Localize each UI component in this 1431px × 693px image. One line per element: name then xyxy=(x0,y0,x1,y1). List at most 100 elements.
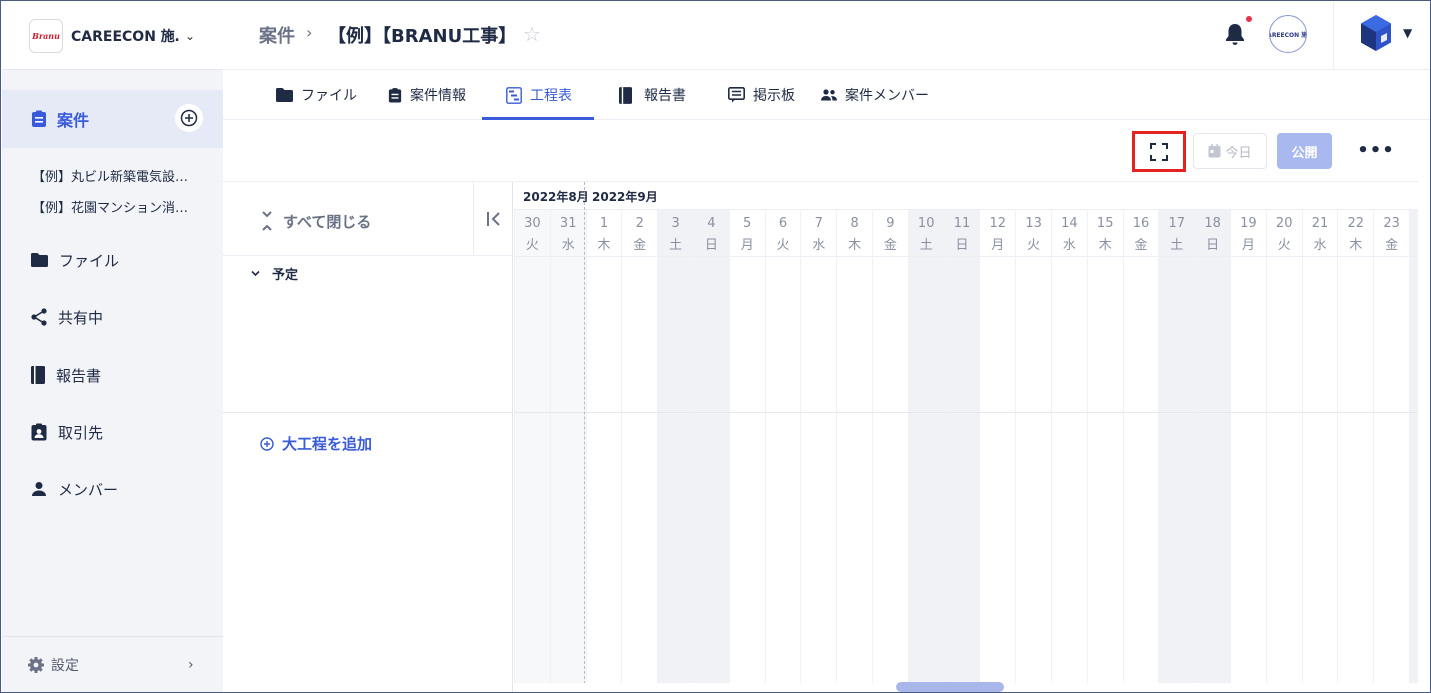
clipboard-icon xyxy=(32,110,46,127)
day-number: 2 xyxy=(635,216,644,231)
collapse-icon xyxy=(262,211,272,231)
day-weekday: 日 xyxy=(1206,238,1220,253)
day-number: 14 xyxy=(1061,216,1078,231)
project-link[interactable]: 【例】花園マンション消… xyxy=(32,197,197,216)
gantt-day-column: 13 火 xyxy=(1015,210,1051,683)
day-number: 2 xyxy=(1410,216,1418,231)
day-number: 7 xyxy=(814,216,823,231)
day-number: 15 xyxy=(1096,216,1114,231)
gantt-header-divider xyxy=(514,256,1418,257)
add-phase-button[interactable]: 大工程を追加 xyxy=(260,433,372,454)
add-project-button[interactable] xyxy=(175,104,203,132)
day-weekday: 火 xyxy=(1277,238,1291,253)
gantt-day-column: 30 火 xyxy=(514,210,550,683)
gantt-chart[interactable]: 2022年8月 2022年9月 30 火 31 水 1 木 2 金 3 土 4 日 5 月 6 火 7 水 8 木 9 金… xyxy=(514,181,1418,683)
gantt-day-column: 18 日 xyxy=(1194,210,1230,683)
org-switcher[interactable]: Branu CAREECON 施… ⌄ xyxy=(2,2,223,70)
sidebar-item-label: メンバー xyxy=(58,480,119,499)
app-cube-icon[interactable] xyxy=(1359,14,1393,56)
gantt-day-column: 17 土 xyxy=(1158,210,1195,683)
task-group-row[interactable]: 予定 xyxy=(251,264,298,283)
gantt-day-column: 11 日 xyxy=(943,210,980,683)
calendar-icon xyxy=(1208,144,1221,158)
day-weekday: 金 xyxy=(633,238,647,253)
day-number: 30 xyxy=(524,216,541,231)
collapse-all-button[interactable]: すべて閉じる xyxy=(261,210,371,232)
day-weekday: 金 xyxy=(1385,238,1399,253)
contact-badge-icon xyxy=(31,423,47,441)
tab-project-info[interactable]: 案件情報 xyxy=(388,70,466,120)
tab-label: 案件情報 xyxy=(410,88,466,104)
day-weekday: 土 xyxy=(1410,234,1418,253)
day-weekday: 月 xyxy=(740,238,754,253)
day-number: 21 xyxy=(1311,216,1329,231)
sidebar-item-label: 共有中 xyxy=(58,308,104,327)
day-weekday: 土 xyxy=(919,238,933,253)
horizontal-scrollbar[interactable] xyxy=(896,682,1004,692)
day-number: 31 xyxy=(559,216,577,231)
page-title: 【例】【BRANU工事】 xyxy=(328,26,517,47)
gantt-day-column: 20 火 xyxy=(1265,210,1302,683)
gantt-day-column: 31 水 xyxy=(549,210,586,683)
today-button[interactable]: 今日 xyxy=(1193,133,1267,169)
sidebar-settings[interactable]: 設定 › xyxy=(2,636,223,692)
project-link[interactable]: 【例】丸ビル新築電気設… xyxy=(32,166,197,185)
day-weekday: 火 xyxy=(776,238,790,253)
favorite-star-icon[interactable]: ☆ xyxy=(523,22,541,46)
publish-button[interactable]: 公開 xyxy=(1277,133,1332,169)
gantt-task-panel: すべて閉じる 予定 大工程を追加 xyxy=(223,181,513,692)
tab-schedule[interactable]: 工程表 xyxy=(506,70,572,120)
people-icon xyxy=(821,89,837,101)
fullscreen-button[interactable] xyxy=(1132,131,1186,172)
tab-files[interactable]: ファイル xyxy=(276,70,357,120)
sidebar-item-members[interactable]: メンバー xyxy=(31,477,118,501)
gantt-day-column: 14 水 xyxy=(1051,210,1087,683)
day-number: 1 xyxy=(599,216,609,231)
day-weekday: 月 xyxy=(991,238,1005,253)
clipboard-icon xyxy=(388,87,402,102)
sidebar-item-label: ファイル xyxy=(59,251,120,270)
day-number: 3 xyxy=(671,216,680,231)
tab-label: 報告書 xyxy=(644,88,686,104)
notification-bell-icon[interactable] xyxy=(1224,22,1246,50)
month-boundary-line xyxy=(584,182,585,683)
gantt-day-column: 7水 xyxy=(800,210,836,683)
day-number: 16 xyxy=(1132,216,1150,231)
day-number: 18 xyxy=(1204,216,1221,231)
caret-down-icon[interactable]: ▼ xyxy=(1403,26,1412,40)
day-number: 9 xyxy=(886,216,895,231)
chevron-down-icon xyxy=(251,270,260,277)
tab-board[interactable]: 掲示板 xyxy=(728,70,795,120)
tab-project-members[interactable]: 案件メンバー xyxy=(821,70,929,120)
book-icon xyxy=(619,86,632,104)
plus-circle-icon xyxy=(260,436,274,451)
day-weekday: 土 xyxy=(669,238,683,253)
sidebar-item-clients[interactable]: 取引先 xyxy=(31,420,103,444)
more-options-button[interactable]: ••• xyxy=(1357,137,1394,163)
sidebar-item-reports[interactable]: 報告書 xyxy=(31,363,101,387)
breadcrumb-separator: › xyxy=(306,23,313,42)
day-weekday: 水 xyxy=(561,238,575,253)
folder-icon xyxy=(31,253,48,267)
day-number: 13 xyxy=(1025,216,1042,231)
gantt-day-column: 22 木 xyxy=(1337,210,1373,683)
gantt-icon xyxy=(506,86,522,104)
day-weekday: 金 xyxy=(883,238,897,253)
gantt-day-column: 23 金 xyxy=(1373,210,1409,683)
day-number: 23 xyxy=(1383,216,1400,231)
sidebar-item-shared[interactable]: 共有中 xyxy=(31,305,103,329)
collapse-panel-button[interactable] xyxy=(473,182,513,256)
gantt-day-column: 6火 xyxy=(764,210,801,683)
tab-reports[interactable]: 報告書 xyxy=(619,70,686,120)
sidebar-item-projects[interactable]: 案件 xyxy=(2,90,223,148)
day-number: 17 xyxy=(1168,216,1186,231)
day-number: 22 xyxy=(1347,216,1365,231)
avatar[interactable]: CAREECON 施工 xyxy=(1269,15,1307,53)
person-icon xyxy=(32,482,46,496)
breadcrumb-root[interactable]: 案件 xyxy=(259,22,295,48)
gantt-day-column: 10 土 xyxy=(907,210,944,683)
project-tabs: ファイル 案件情報 工程表 報告書 掲示板 案件メンバー xyxy=(223,70,1430,120)
sidebar: Branu CAREECON 施… ⌄ 案件 【例】丸ビル新築電気設… 【例】花… xyxy=(2,2,223,692)
sidebar-item-files[interactable]: ファイル xyxy=(31,248,119,272)
day-weekday: 金 xyxy=(1134,238,1148,253)
